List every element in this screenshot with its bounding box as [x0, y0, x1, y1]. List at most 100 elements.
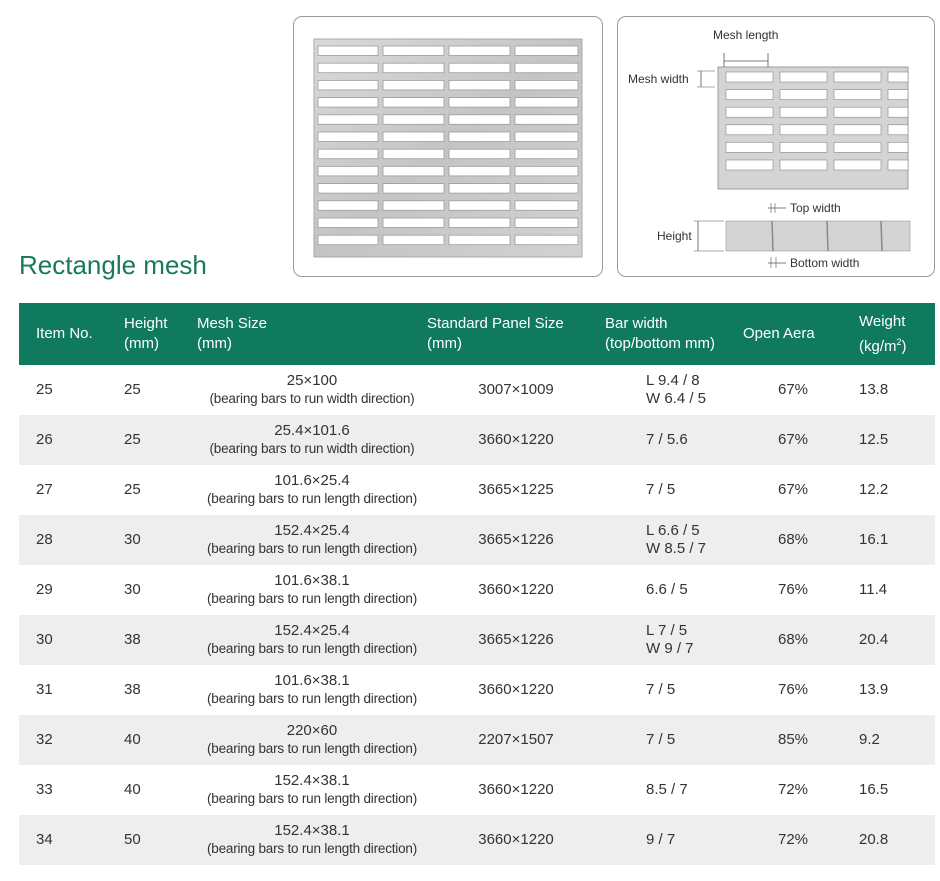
- cell-panel-size: 3660×1220: [427, 415, 605, 465]
- cell-item-no: 31: [36, 681, 53, 698]
- cell-bar-width: 7 / 5: [605, 665, 743, 715]
- mesh-size-value: 152.4×25.4: [274, 622, 350, 639]
- mesh-size-value: 101.6×38.1: [274, 572, 350, 589]
- bar-width-value: 7 / 5: [646, 731, 676, 748]
- cell-open-area: 72%: [777, 781, 809, 798]
- cell-height: 40: [105, 715, 197, 765]
- bar-width-value: W 9 / 7: [646, 640, 694, 657]
- mesh-size-value: 152.4×25.4: [274, 522, 350, 539]
- table-row: 29 30 101.6×38.1 (bearing bars to run le…: [19, 565, 935, 615]
- height-label: Height: [657, 229, 692, 243]
- cell-bar-width: L 6.6 / 5W 8.5 / 7: [605, 515, 743, 565]
- bar-width-value: 9 / 7: [646, 831, 676, 848]
- mesh-size-value: 101.6×25.4: [274, 472, 350, 489]
- product-photo-card: [293, 16, 603, 277]
- cell-item-no: 32: [19, 715, 105, 765]
- cell-item-no: 27: [36, 481, 53, 498]
- cell-bar-width: 7 / 5: [605, 465, 743, 515]
- cell-mesh-size: 25×100 (bearing bars to run width direct…: [197, 365, 427, 415]
- table-row: 34 50 152.4×38.1 (bearing bars to run le…: [19, 815, 935, 865]
- bar-width-value: W 6.4 / 5: [646, 390, 707, 407]
- header-mesh-size: Mesh Size (mm): [197, 303, 427, 365]
- cell-weight: 13.8: [859, 381, 889, 398]
- cell-mesh-size: 25.4×101.6 (bearing bars to run width di…: [197, 415, 427, 465]
- table-row: 31 38 101.6×38.1 (bearing bars to run le…: [19, 665, 935, 715]
- cell-open-area: 68%: [743, 615, 843, 665]
- cell-bar-width: 9 / 7: [605, 815, 743, 865]
- mesh-size-value: 152.4×38.1: [274, 772, 350, 789]
- cell-panel-size: 2207×1507: [427, 715, 605, 765]
- cell-item-no: 34: [19, 815, 105, 865]
- mesh-direction-note: (bearing bars to run length direction): [206, 841, 418, 856]
- mesh-dimension-diagram: Mesh length Mesh width Top width Height …: [628, 28, 911, 270]
- cell-mesh-size: 101.6×25.4 (bearing bars to run length d…: [197, 465, 427, 515]
- cell-panel-size: 3007×1009: [478, 381, 554, 398]
- table-row: 26 25 25.4×101.6 (bearing bars to run wi…: [19, 415, 935, 465]
- mesh-size-value: 101.6×38.1: [274, 672, 350, 689]
- cell-item-no: 26: [19, 415, 105, 465]
- cell-height: 50: [105, 815, 197, 865]
- cell-panel-size: 3665×1226: [427, 515, 605, 565]
- cell-panel-size: 3665×1225: [478, 481, 554, 498]
- mesh-width-label: Mesh width: [628, 72, 689, 86]
- top-width-label: Top width: [790, 201, 841, 215]
- cell-open-area: 85%: [743, 715, 843, 765]
- cell-panel-size: 3660×1220: [478, 781, 554, 798]
- cell-mesh-size: 101.6×38.1 (bearing bars to run length d…: [197, 665, 427, 715]
- cell-height: 38: [124, 681, 141, 698]
- cell-item-no: 30: [19, 615, 105, 665]
- mesh-direction-note: (bearing bars to run length direction): [206, 641, 418, 656]
- header-mesh-size-unit: (mm): [197, 335, 232, 352]
- mesh-direction-note: (bearing bars to run width direction): [209, 441, 415, 456]
- header-weight-unit: (kg/m2): [859, 336, 907, 355]
- header-height-unit: (mm): [124, 335, 159, 352]
- cell-height: 40: [124, 781, 141, 798]
- mesh-direction-note: (bearing bars to run length direction): [206, 591, 418, 606]
- cell-open-area: 67%: [777, 381, 809, 398]
- cell-bar-width: L 9.4 / 8W 6.4 / 5: [605, 365, 743, 415]
- header-height: Height (mm): [105, 303, 197, 365]
- cell-item-no: 28: [19, 515, 105, 565]
- cell-weight: 12.2: [859, 481, 889, 498]
- table-header-row: Item No. Height (mm) Mesh Size (mm) Stan…: [19, 303, 935, 365]
- table-row: 32 40 220×60 (bearing bars to run length…: [19, 715, 935, 765]
- cell-weight: 13.9: [859, 681, 889, 698]
- bar-width-value: L 6.6 / 5: [646, 522, 700, 539]
- cell-panel-size: 3665×1226: [427, 615, 605, 665]
- header-open-area: Open Aera: [743, 303, 843, 365]
- cell-panel-size: 3660×1220: [478, 681, 554, 698]
- cell-mesh-size: 152.4×38.1 (bearing bars to run length d…: [197, 815, 427, 865]
- cell-open-area: 68%: [743, 515, 843, 565]
- bar-width-value: 7 / 5: [646, 681, 676, 698]
- cell-bar-width: 8.5 / 7: [605, 765, 743, 815]
- section-title: Rectangle mesh: [19, 250, 207, 280]
- cell-bar-width: 6.6 / 5: [605, 565, 743, 615]
- cell-weight: 11.4: [859, 581, 888, 598]
- cell-height: 30: [124, 581, 141, 598]
- cell-height: 25: [124, 381, 141, 398]
- mesh-size-value: 152.4×38.1: [274, 822, 350, 839]
- cell-weight: 20.8: [843, 815, 935, 865]
- header-panel-size-unit: (mm): [427, 335, 462, 352]
- bar-width-value: 8.5 / 7: [646, 781, 688, 798]
- cell-mesh-size: 220×60 (bearing bars to run length direc…: [197, 715, 427, 765]
- mesh-direction-note: (bearing bars to run length direction): [206, 741, 418, 756]
- cell-panel-size: 3660×1220: [427, 815, 605, 865]
- header-weight-label: Weight: [859, 312, 906, 330]
- dimension-diagram-card: Mesh length Mesh width Top width Height …: [617, 16, 935, 277]
- header-panel-size: Standard Panel Size (mm): [427, 303, 605, 365]
- mesh-direction-note: (bearing bars to run length direction): [206, 541, 418, 556]
- cell-weight: 16.1: [843, 515, 935, 565]
- specification-table: Item No. Height (mm) Mesh Size (mm) Stan…: [19, 303, 935, 865]
- mesh-direction-note: (bearing bars to run length direction): [206, 791, 418, 806]
- rectangle-mesh-grating-image: [313, 38, 583, 258]
- table-row: 33 40 152.4×38.1 (bearing bars to run le…: [19, 765, 935, 815]
- bar-width-value: 7 / 5: [646, 481, 676, 498]
- bottom-width-label: Bottom width: [790, 256, 859, 270]
- bar-width-value: 6.6 / 5: [646, 581, 688, 598]
- cell-bar-width: L 7 / 5W 9 / 7: [605, 615, 743, 665]
- cell-item-no: 29: [36, 581, 53, 598]
- cell-weight: 12.5: [843, 415, 935, 465]
- bar-width-value: L 9.4 / 8: [646, 372, 700, 389]
- header-height-label: Height: [124, 315, 168, 332]
